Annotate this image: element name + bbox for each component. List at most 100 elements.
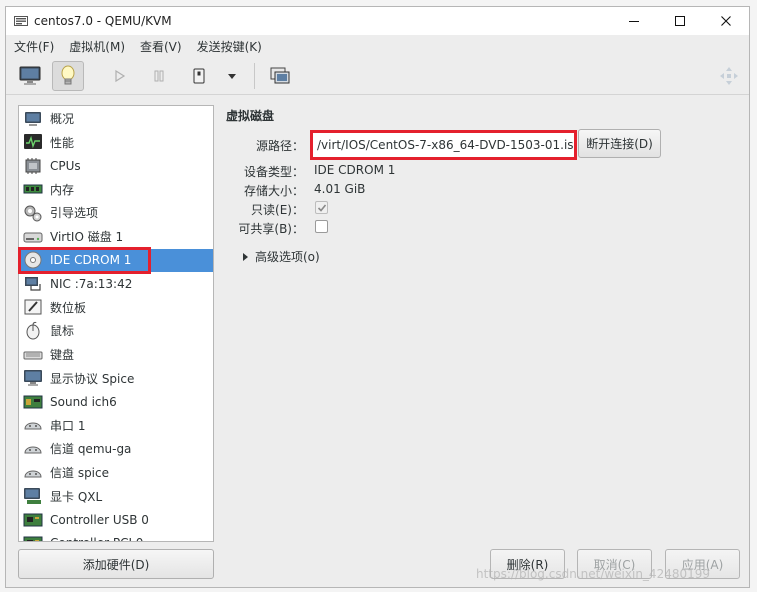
- overview-icon: [25, 111, 41, 126]
- watermark: https://blog.csdn.net/weixin_42480199: [476, 567, 711, 581]
- maximize-button[interactable]: [657, 7, 703, 35]
- maximize-icon: [675, 16, 685, 26]
- power-icon: [193, 68, 205, 84]
- sidebar-item-概况[interactable]: 概况: [19, 107, 213, 130]
- device-type-value: IDE CDROM 1: [314, 163, 396, 177]
- monitor-icon: [19, 66, 41, 85]
- source-path-field[interactable]: /virt/IOS/CentOS-7-x86_64-DVD-1503-01.is…: [310, 130, 577, 160]
- boot-options-icon: [24, 205, 42, 222]
- sidebar-item-sound-ich6[interactable]: Sound ich6: [19, 390, 213, 413]
- cdrom-icon: [24, 251, 42, 269]
- disconnect-button[interactable]: 断开连接(D): [578, 129, 661, 158]
- disk-icon: [23, 232, 43, 242]
- expander-arrow-icon: [243, 252, 248, 261]
- minimize-button[interactable]: [611, 7, 657, 35]
- sidebar-item-label: CPUs: [50, 158, 81, 173]
- close-button[interactable]: [703, 7, 749, 35]
- pause-button[interactable]: [143, 61, 175, 91]
- sidebar-item-label: VirtIO 磁盘 1: [50, 230, 124, 244]
- keyboard-icon: [23, 351, 43, 359]
- sidebar-item-数位板[interactable]: 数位板: [19, 296, 213, 319]
- memory-icon: [23, 184, 43, 194]
- sidebar-item-鼠标[interactable]: 鼠标: [19, 319, 213, 342]
- checkmark-icon: [317, 203, 326, 212]
- serial-icon: [24, 422, 42, 430]
- sidebar-item-信道-qemu-ga[interactable]: 信道 qemu-ga: [19, 437, 213, 460]
- tablet-icon: [24, 299, 42, 315]
- sidebar-item-controller-usb-0[interactable]: Controller USB 0: [19, 508, 213, 531]
- console-view-button[interactable]: [14, 61, 46, 91]
- advanced-options-label: 高级选项(o): [255, 250, 320, 264]
- details-view-button[interactable]: [52, 61, 84, 91]
- display-icon: [24, 370, 42, 387]
- sidebar-item-label: 数位板: [50, 300, 87, 315]
- run-button[interactable]: [104, 61, 136, 91]
- snapshots-button[interactable]: [264, 61, 296, 91]
- readonly-checkbox[interactable]: [315, 201, 328, 214]
- sidebar-item-键盘[interactable]: 键盘: [19, 343, 213, 366]
- lightbulb-icon: [61, 65, 75, 85]
- source-path-value: /virt/IOS/CentOS-7-x86_64-DVD-1503-01.is…: [317, 138, 577, 152]
- sidebar-item-串口-1[interactable]: 串口 1: [19, 414, 213, 437]
- toolbar: [6, 57, 749, 95]
- sidebar-item-controller-pci-0[interactable]: Controller PCI 0: [19, 532, 213, 541]
- title-bar: centos7.0 - QEMU/KVM: [6, 7, 749, 35]
- controller-icon: [23, 536, 43, 541]
- sidebar-item-显卡-qxl[interactable]: 显卡 QXL: [19, 485, 213, 508]
- vm-details-window: centos7.0 - QEMU/KVM 文件(F) 虚拟机(M) 查看(V) …: [5, 6, 750, 588]
- sidebar-item-label: 串口 1: [50, 418, 86, 433]
- sidebar-item-label: 显卡 QXL: [50, 489, 103, 504]
- sidebar-item-引导选项[interactable]: 引导选项: [19, 201, 213, 224]
- advanced-options-expander[interactable]: 高级选项(o): [242, 248, 320, 265]
- storage-size-label: 存储大小：: [243, 184, 304, 198]
- sidebar-item-nic-7a-13-42[interactable]: NIC :7a:13:42: [19, 272, 213, 295]
- pause-icon: [154, 70, 164, 82]
- window-title: centos7.0 - QEMU/KVM: [34, 14, 172, 28]
- play-icon: [115, 69, 126, 83]
- performance-icon: [24, 134, 42, 150]
- cpu-icon: [25, 157, 41, 174]
- minimize-icon: [629, 21, 639, 22]
- sidebar-item-显示协议-spice[interactable]: 显示协议 Spice: [19, 367, 213, 390]
- menu-send-key[interactable]: 发送按键(K): [189, 38, 269, 55]
- toolbar-separator: [254, 63, 255, 89]
- move-arrows-icon: [720, 67, 738, 85]
- sidebar-item-label: NIC :7a:13:42: [50, 276, 133, 291]
- menu-virtual-machine[interactable]: 虚拟机(M): [61, 38, 132, 55]
- sidebar-item-label: 鼠标: [50, 324, 75, 339]
- sidebar-item-label: Sound ich6: [50, 394, 117, 409]
- shutdown-menu-button[interactable]: [218, 61, 246, 91]
- source-path-label: 源路径：: [255, 139, 304, 153]
- menu-view[interactable]: 查看(V): [132, 38, 189, 55]
- sidebar-item-ide-cdrom-1[interactable]: IDE CDROM 1: [19, 248, 213, 272]
- controller-icon: [23, 513, 43, 527]
- sidebar-item-cpus[interactable]: CPUs: [19, 154, 213, 177]
- shutdown-button[interactable]: [183, 61, 215, 91]
- fullscreen-button[interactable]: [713, 61, 745, 91]
- dropdown-arrow-icon: [228, 74, 236, 79]
- hardware-list: 概况性能 CPUs 内存引导选项 VirtIO 磁盘 1 IDE CDROM 1 NIC …: [18, 105, 214, 542]
- sidebar-item-label: 性能: [50, 135, 75, 150]
- sidebar-item-virtio-磁盘-1[interactable]: VirtIO 磁盘 1: [19, 225, 213, 248]
- video-card-icon: [24, 488, 41, 505]
- sidebar-item-label: 引导选项: [50, 206, 99, 221]
- add-hardware-button[interactable]: 添加硬件(D): [18, 549, 214, 579]
- sidebar-item-label: 显示协议 Spice: [50, 371, 135, 386]
- sidebar-item-label: 信道 spice: [50, 466, 109, 480]
- sidebar-item-label: 内存: [50, 182, 75, 197]
- sidebar-item-信道-spice[interactable]: 信道 spice: [19, 461, 213, 484]
- menu-file[interactable]: 文件(F): [6, 38, 61, 55]
- device-type-label: 设备类型：: [243, 165, 304, 179]
- shareable-label: 可共享(B)：: [238, 222, 304, 236]
- section-title: 虚拟磁盘: [226, 109, 275, 123]
- network-icon: [25, 276, 41, 291]
- storage-size-value: 4.01 GiB: [314, 182, 366, 196]
- readonly-label: 只读(E)：: [251, 203, 304, 217]
- close-icon: [721, 16, 731, 26]
- menu-bar: 文件(F) 虚拟机(M) 查看(V) 发送按键(K): [6, 35, 749, 57]
- shareable-checkbox[interactable]: [315, 220, 328, 233]
- virt-manager-app-icon: [14, 16, 28, 26]
- sidebar-item-性能[interactable]: 性能: [19, 131, 213, 154]
- sidebar-item-label: 信道 qemu-ga: [50, 442, 132, 457]
- sidebar-item-内存[interactable]: 内存: [19, 178, 213, 201]
